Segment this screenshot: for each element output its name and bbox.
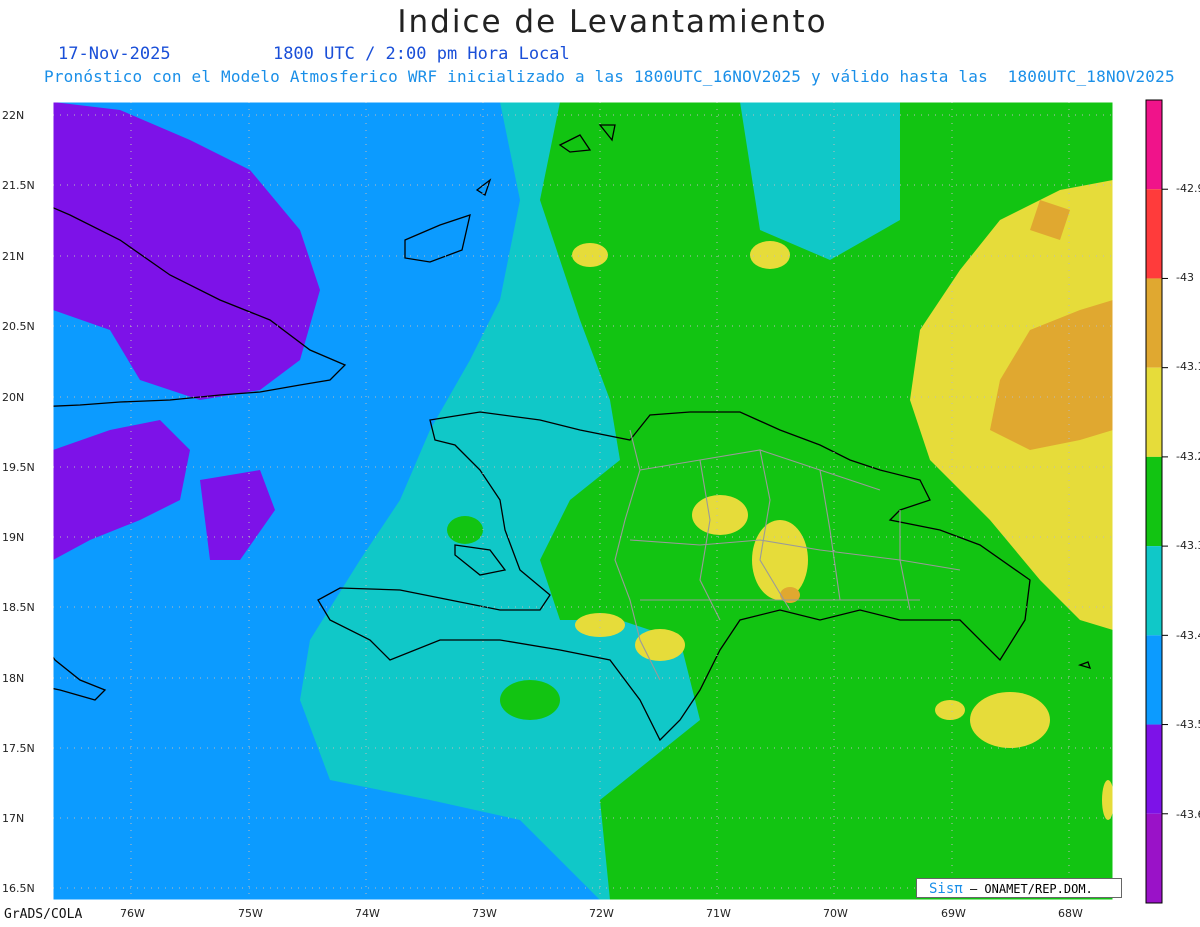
colorbar-label: -43.3 [1176, 539, 1200, 552]
lat-label: 17.5N [2, 742, 35, 755]
lon-label: 71W [706, 907, 731, 920]
lat-label: 18N [2, 672, 25, 685]
lat-label: 21N [2, 250, 25, 263]
colorbar-label: -43 [1176, 271, 1194, 284]
lon-label: 76W [120, 907, 145, 920]
field-yellow-blob [692, 495, 748, 535]
field-yellow-blob [750, 241, 790, 269]
lat-label: 18.5N [2, 601, 35, 614]
field-yellow-blob [575, 613, 625, 637]
field-green-blob [447, 516, 483, 544]
colorbar-swatch [1146, 546, 1162, 636]
lon-label: 75W [238, 907, 263, 920]
lat-label: 16.5N [2, 882, 35, 895]
field-orange-blob [780, 587, 800, 603]
model-description: Pronóstico con el Modelo Atmosferico WRF… [44, 67, 1175, 86]
colorbar-swatch [1146, 189, 1162, 279]
date-label: 17-Nov-2025 [58, 44, 171, 64]
lifted-index-map [52, 99, 1168, 904]
lat-label: 21.5N [2, 179, 35, 192]
colorbar-swatch [1146, 278, 1162, 368]
lat-label: 19N [2, 531, 25, 544]
colorbar [1145, 99, 1168, 904]
colorbar-swatch [1146, 724, 1162, 814]
colorbar-swatch [1146, 100, 1162, 190]
sis-logo: Sisπ [929, 881, 963, 897]
lon-label: 68W [1058, 907, 1083, 920]
colorbar-swatch [1146, 367, 1162, 457]
field-green-blob [500, 680, 560, 720]
lon-label: 72W [589, 907, 614, 920]
lat-label: 17N [2, 812, 25, 825]
colorbar-label: -42.9 [1176, 182, 1200, 195]
time-label: 1800 UTC / 2:00 pm Hora Local [272, 44, 570, 64]
field-yellow-blob [572, 243, 608, 267]
colorbar-label: -43.5 [1176, 718, 1200, 731]
colorbar-label: -43.2 [1176, 450, 1200, 463]
field-yellow-blob [970, 692, 1050, 748]
lon-label: 69W [941, 907, 966, 920]
grads-credit: GrADS/COLA [4, 907, 83, 922]
onamet-credit-box: Sisπ – ONAMET/REP.DOM. [916, 878, 1122, 898]
colorbar-swatch [1146, 813, 1162, 903]
field-yellow-blob [1102, 780, 1113, 820]
lat-label: 19.5N [2, 461, 35, 474]
lon-label: 74W [355, 907, 380, 920]
lat-label: 22N [2, 109, 25, 122]
lat-label: 20.5N [2, 320, 35, 333]
colorbar-swatch [1146, 456, 1162, 547]
field-yellow-blob [935, 700, 965, 720]
valid-time-line: 17-Nov-2025 1800 UTC / 2:00 pm Hora Loca… [58, 44, 570, 64]
lon-label: 70W [823, 907, 848, 920]
lat-label: 20N [2, 391, 25, 404]
map-title: Indice de Levantamiento [397, 4, 828, 40]
colorbar-swatch [1146, 635, 1162, 725]
colorbar-label: -43.6 [1176, 808, 1200, 821]
colorbar-label: -43.1 [1176, 360, 1200, 373]
source-label: – ONAMET/REP.DOM. [969, 882, 1093, 896]
lon-label: 73W [472, 907, 497, 920]
colorbar-label: -43.4 [1176, 629, 1200, 642]
